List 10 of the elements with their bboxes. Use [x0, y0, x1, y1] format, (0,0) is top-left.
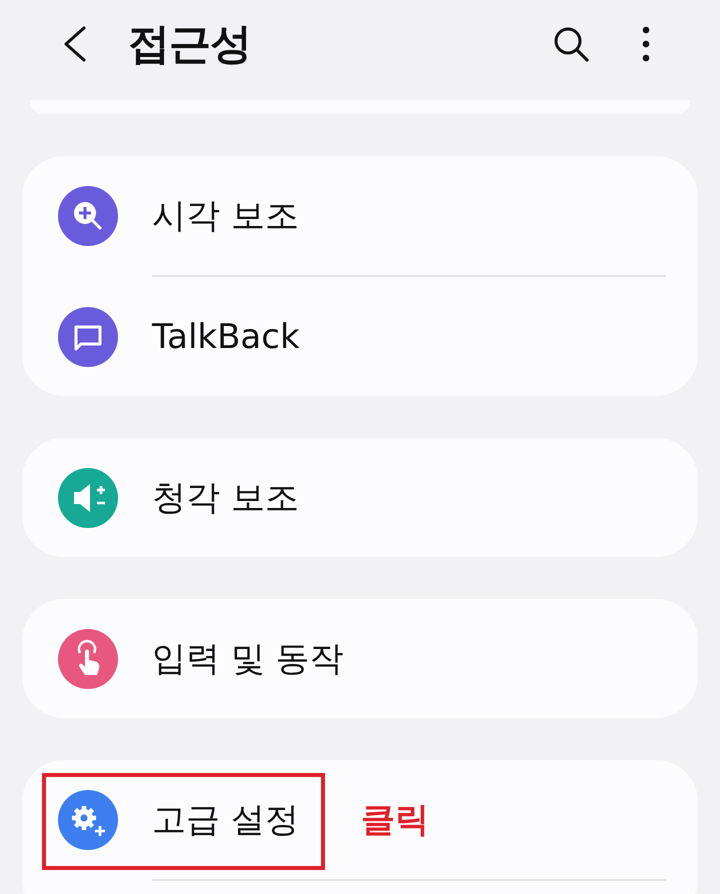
menu-item[interactable]: 시각 보조 [152, 192, 299, 238]
search-icon[interactable] [552, 25, 590, 63]
annotation-text: 클릭 [360, 798, 429, 842]
menu-item[interactable]: TalkBack [152, 316, 300, 356]
menu-item[interactable]: 고급 설정 [152, 796, 299, 842]
page-title: 접근성 [128, 18, 251, 70]
back-icon[interactable] [62, 26, 88, 62]
more-icon[interactable] [642, 26, 650, 62]
menu-item[interactable]: 입력 및 동작 [152, 636, 344, 682]
menu-item[interactable]: 청각 보조 [152, 474, 299, 520]
